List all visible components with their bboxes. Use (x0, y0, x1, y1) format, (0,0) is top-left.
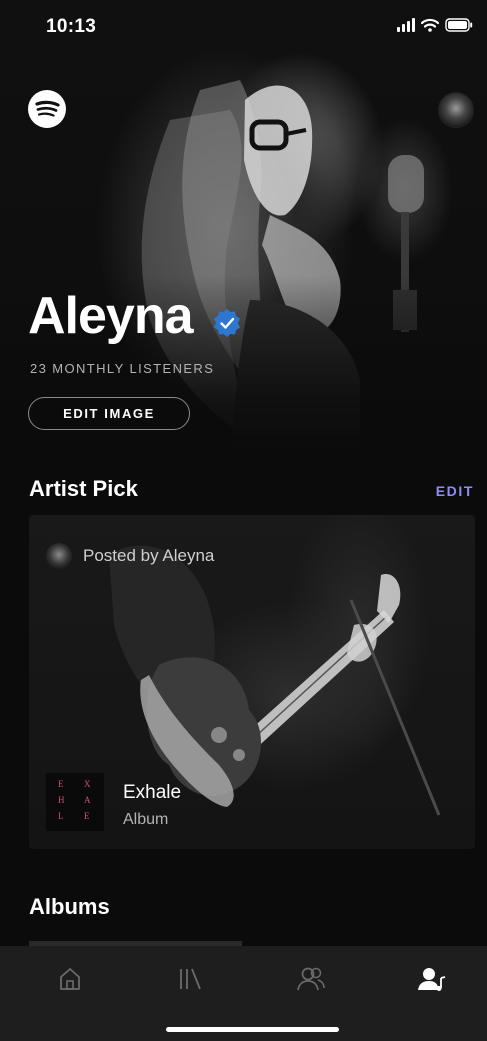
nav-artist-profile-icon[interactable] (415, 962, 449, 996)
verified-badge-icon (212, 308, 242, 338)
wifi-icon (421, 18, 439, 32)
artist-name: Aleyna (28, 287, 194, 345)
cover-letter: E (84, 811, 90, 821)
cover-letter: E (58, 779, 64, 789)
album-type: Album (123, 811, 169, 828)
status-icons (397, 18, 473, 32)
status-bar: 10:13 (0, 0, 487, 50)
status-time: 10:13 (46, 16, 97, 37)
profile-avatar[interactable] (438, 92, 474, 128)
edit-artist-pick-button[interactable]: EDIT (436, 483, 474, 499)
spotify-logo-icon[interactable] (28, 90, 66, 128)
artist-hero-image (0, 0, 487, 455)
albums-title: Albums (29, 894, 110, 919)
signal-icon (397, 18, 415, 32)
nav-friends-icon[interactable] (294, 962, 328, 996)
artist-pick-title: Artist Pick (29, 476, 138, 501)
monthly-listeners: 23 MONTHLY LISTENERS (30, 361, 215, 376)
battery-icon (445, 18, 473, 32)
nav-library-icon[interactable] (173, 962, 207, 996)
nav-home-icon[interactable] (53, 962, 87, 996)
posted-by-label: Posted by Aleyna (83, 546, 215, 565)
album-name: Exhale (123, 782, 182, 803)
posted-by-avatar (46, 543, 72, 569)
cover-letter: A (84, 795, 91, 805)
home-indicator (166, 1027, 339, 1032)
cover-letter: X (84, 779, 91, 789)
edit-image-button[interactable]: EDIT IMAGE (28, 397, 190, 430)
cover-letter: H (58, 795, 65, 805)
cover-letter: L (58, 811, 64, 821)
album-cover: E X H A L E (46, 773, 104, 831)
artist-pick-card[interactable]: Posted by Aleyna E X H A L E Exhale Albu… (29, 515, 475, 849)
